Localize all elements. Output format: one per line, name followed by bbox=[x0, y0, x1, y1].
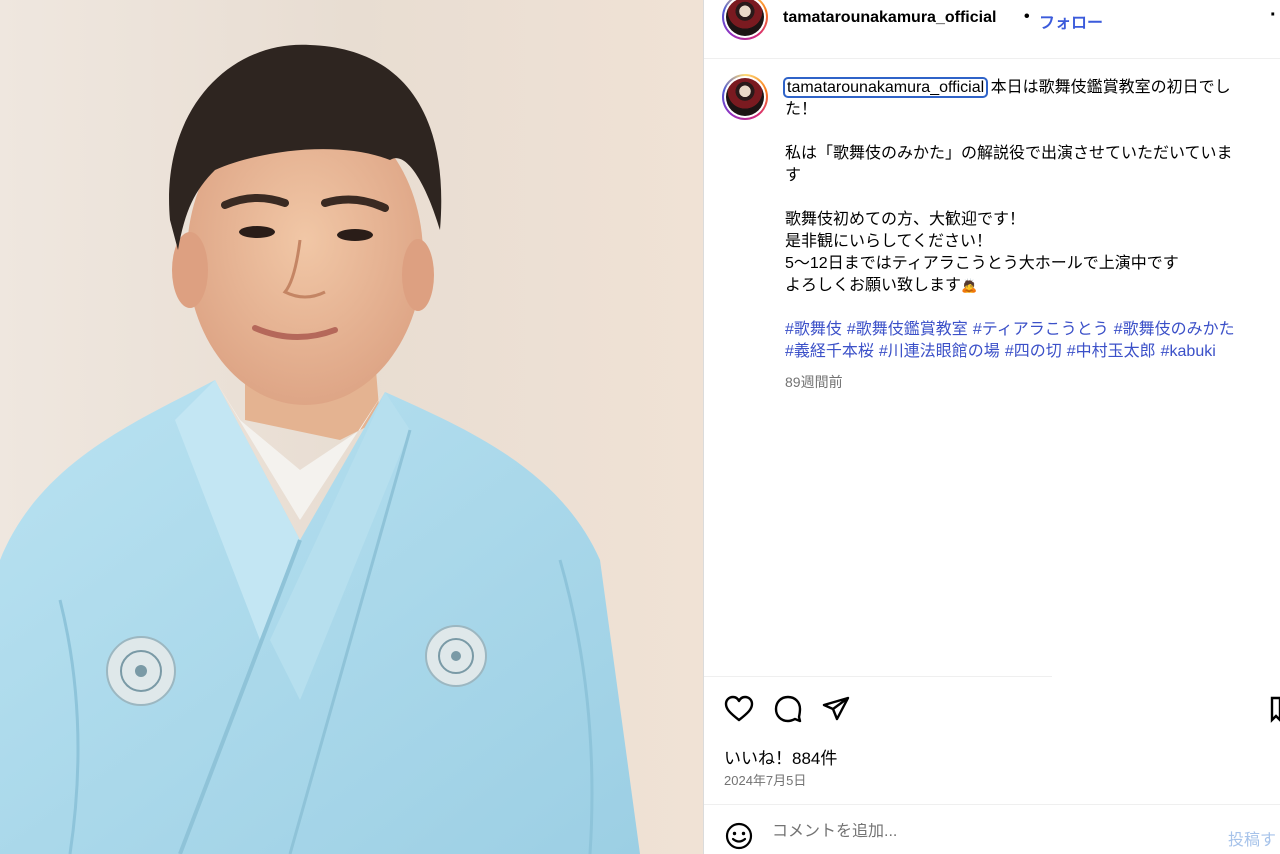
share-icon[interactable] bbox=[821, 694, 851, 724]
caption-avatar[interactable] bbox=[722, 74, 768, 120]
hashtag-link[interactable]: #ティアラこうとう bbox=[973, 321, 1109, 338]
caption-username[interactable]: tamatarounakamura_official bbox=[782, 77, 989, 98]
hashtag-link[interactable]: #歌舞伎 bbox=[785, 321, 842, 338]
caption-text-8-body: よろしくお願い致します bbox=[785, 277, 962, 294]
hashtag-link[interactable]: #中村玉太郎 bbox=[1067, 343, 1156, 360]
post-photo[interactable] bbox=[0, 0, 703, 854]
caption-text-8: よろしくお願い致します🙇 bbox=[785, 275, 1271, 297]
post-date: 2024年7月5日 bbox=[724, 773, 807, 788]
hashtag-link[interactable]: #四の切 bbox=[1005, 343, 1062, 360]
emoji-icon[interactable] bbox=[724, 821, 754, 851]
caption-text-7: 5〜12日まではティアラこうとう大ホールで上演中です bbox=[785, 255, 1179, 272]
caption-text-1: 本日は歌舞伎鑑賞教室の初日でし bbox=[990, 79, 1231, 96]
caption-text-5: 歌舞伎初めての方、大歓迎です！ bbox=[785, 211, 1026, 228]
header-username[interactable]: tamatarounakamura_official bbox=[783, 9, 996, 27]
caption-line-1: tamatarounakamura_official 本日は歌舞伎鑑賞教室の初日… bbox=[782, 77, 1271, 99]
caption: tamatarounakamura_official 本日は歌舞伎鑑賞教室の初日… bbox=[782, 77, 1271, 363]
post-comment-button[interactable]: 投稿す bbox=[1228, 826, 1276, 850]
caption-text-2: た！ bbox=[785, 101, 818, 118]
caption-text-4: す bbox=[785, 167, 802, 184]
time-ago[interactable]: 89週間前 bbox=[785, 372, 843, 392]
bookmark-icon[interactable] bbox=[1270, 694, 1280, 724]
caption-text-6: 是非観にいらしてください！ bbox=[785, 233, 993, 250]
bowing-emoji-icon: 🙇 bbox=[961, 278, 978, 293]
hashtag-row-2: #義経千本桜 #川連法眼館の場 #四の切 #中村玉太郎 #kabuki bbox=[785, 341, 1271, 363]
caption-text-3: 私は「歌舞伎のみかた」の解説役で出演させていただいていま bbox=[785, 145, 1233, 162]
comment-divider bbox=[704, 804, 1280, 805]
comment-icon[interactable] bbox=[773, 694, 803, 724]
hashtag-link[interactable]: #歌舞伎のみかた bbox=[1114, 321, 1235, 338]
separator-dot: • bbox=[1024, 8, 1030, 25]
comment-input[interactable] bbox=[772, 823, 1212, 841]
header-avatar[interactable] bbox=[722, 0, 768, 40]
hashtag-link[interactable]: #義経千本桜 bbox=[785, 343, 874, 360]
hashtag-row-1: #歌舞伎 #歌舞伎鑑賞教室 #ティアラこうとう #歌舞伎のみかた bbox=[785, 319, 1271, 341]
heart-icon[interactable] bbox=[724, 694, 754, 724]
hashtag-link[interactable]: #kabuki bbox=[1161, 343, 1216, 360]
post-detail-panel: tamatarounakamura_official • フォロー · tama… bbox=[704, 0, 1280, 854]
person-in-kimono-image bbox=[0, 0, 703, 854]
actions-divider bbox=[704, 676, 1052, 677]
header-divider bbox=[704, 58, 1280, 59]
more-icon[interactable]: · bbox=[1270, 4, 1277, 27]
likes-count[interactable]: いいね！884件 bbox=[724, 744, 837, 769]
follow-button[interactable]: フォロー bbox=[1039, 9, 1103, 33]
hashtag-link[interactable]: #川連法眼館の場 bbox=[879, 343, 1000, 360]
hashtag-link[interactable]: #歌舞伎鑑賞教室 bbox=[847, 321, 968, 338]
